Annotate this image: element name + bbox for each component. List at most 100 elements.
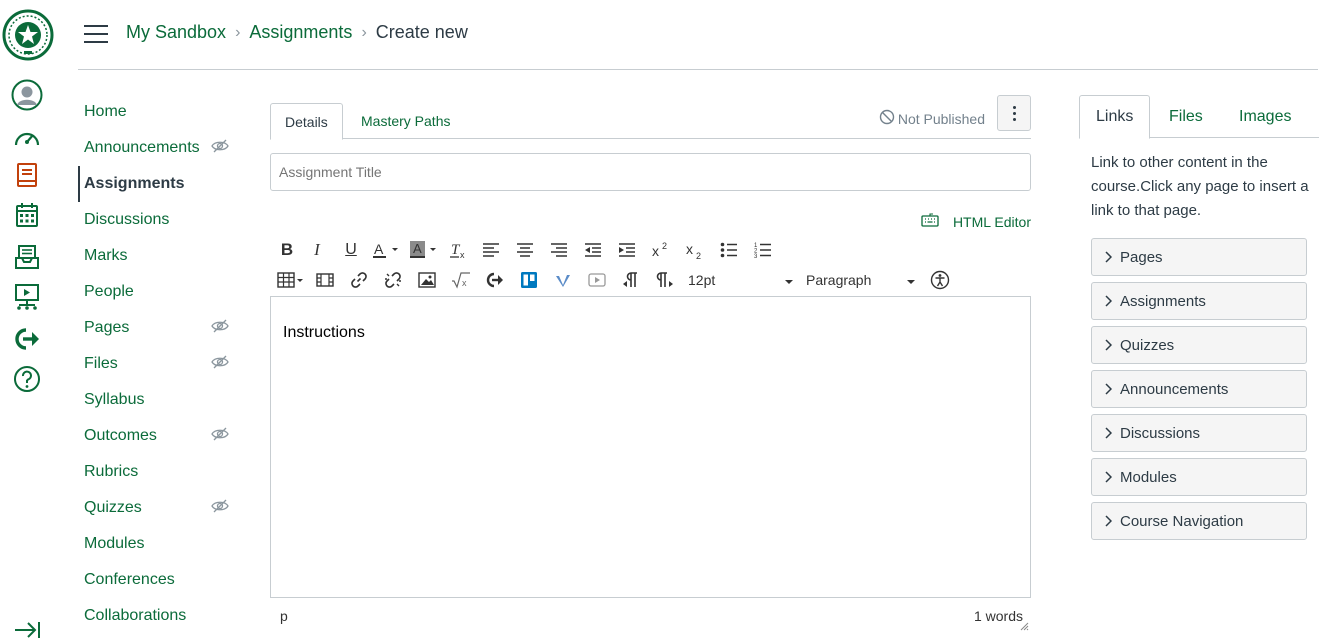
section-quizzes[interactable]: Quizzes	[1091, 326, 1307, 364]
help-icon[interactable]	[0, 361, 54, 397]
hamburger-menu-icon[interactable]	[84, 25, 108, 43]
unlink-icon[interactable]	[376, 266, 410, 294]
section-label: Assignments	[1120, 292, 1206, 310]
section-modules[interactable]: Modules	[1091, 458, 1307, 496]
table-icon[interactable]	[274, 266, 308, 294]
breadcrumb-current: Create new	[375, 22, 468, 42]
hidden-eye-icon	[211, 355, 229, 374]
collapse-nav-icon[interactable]	[0, 612, 54, 643]
resize-handle-icon[interactable]	[1019, 618, 1029, 634]
html-editor-toggle[interactable]: HTML Editor	[921, 213, 1031, 230]
course-nav-pages[interactable]: Pages	[78, 310, 248, 346]
university-logo[interactable]	[2, 8, 54, 62]
editor-toolbar-row-1: B I U A A Tx x2 x2 123	[274, 236, 780, 264]
breadcrumb-course-link[interactable]: My Sandbox	[126, 22, 226, 43]
underline-icon[interactable]: U	[334, 236, 368, 264]
tab-images[interactable]: Images	[1223, 95, 1307, 138]
course-nav-label: Outcomes	[84, 427, 157, 444]
align-right-icon[interactable]	[542, 236, 576, 264]
background-color-icon[interactable]: A	[406, 236, 444, 264]
studio-icon[interactable]	[0, 279, 54, 315]
outdent-icon[interactable]	[576, 236, 610, 264]
breadcrumb-separator: ›	[361, 23, 367, 41]
font-size-select[interactable]: 12pt	[682, 266, 800, 294]
course-nav-modules[interactable]: Modules	[78, 526, 248, 562]
section-pages[interactable]: Pages	[1091, 238, 1307, 276]
bullet-list-icon[interactable]	[712, 236, 746, 264]
media-icon[interactable]	[308, 266, 342, 294]
trello-icon[interactable]	[512, 266, 546, 294]
bold-icon[interactable]: B	[274, 236, 300, 264]
svg-text:x: x	[462, 278, 467, 288]
clear-formatting-icon[interactable]: Tx	[444, 236, 474, 264]
course-nav-files[interactable]: Files	[78, 346, 248, 382]
subscript-icon[interactable]: x2	[678, 236, 712, 264]
element-path[interactable]: p	[280, 608, 288, 624]
block-format-select[interactable]: Paragraph	[800, 266, 922, 294]
chevron-right-icon	[1104, 383, 1112, 395]
account-avatar-icon[interactable]	[0, 77, 54, 113]
course-nav-marks[interactable]: Marks	[78, 238, 248, 274]
section-discussions[interactable]: Discussions	[1091, 414, 1307, 452]
course-nav-home[interactable]: Home	[78, 94, 248, 130]
link-icon[interactable]	[342, 266, 376, 294]
vimeo-icon[interactable]	[546, 266, 580, 294]
image-icon[interactable]	[410, 266, 444, 294]
course-nav-label: People	[84, 283, 134, 300]
italic-icon[interactable]: I	[300, 236, 334, 264]
course-nav-outcomes[interactable]: Outcomes	[78, 418, 248, 454]
svg-text:x: x	[460, 250, 465, 260]
editor-text: Instructions	[283, 324, 365, 341]
course-nav-people[interactable]: People	[78, 274, 248, 310]
ltr-paragraph-icon[interactable]	[614, 266, 648, 294]
tab-files[interactable]: Files	[1153, 95, 1219, 138]
course-nav-label: Assignments	[84, 175, 185, 192]
section-label: Discussions	[1120, 424, 1201, 442]
align-center-icon[interactable]	[508, 236, 542, 264]
section-assignments[interactable]: Assignments	[1091, 282, 1307, 320]
align-left-icon[interactable]	[474, 236, 508, 264]
accessibility-checker-icon[interactable]	[922, 266, 958, 294]
calendar-icon[interactable]	[0, 197, 54, 233]
svg-text:2: 2	[696, 251, 701, 259]
course-nav-label: Files	[84, 355, 118, 372]
course-nav-announcements[interactable]: Announcements	[78, 130, 248, 166]
tab-details[interactable]: Details	[270, 103, 343, 140]
course-nav-label: Modules	[84, 535, 145, 552]
commons-share-icon[interactable]	[0, 321, 54, 357]
course-nav-syllabus[interactable]: Syllabus	[78, 382, 248, 418]
numbered-list-icon[interactable]: 123	[746, 236, 780, 264]
course-nav-discussions[interactable]: Discussions	[78, 202, 248, 238]
section-announcements[interactable]: Announcements	[1091, 370, 1307, 408]
breadcrumb-assignments-link[interactable]: Assignments	[249, 22, 352, 43]
assignment-title-input[interactable]	[270, 153, 1031, 191]
dashboard-gauge-icon[interactable]	[0, 119, 54, 155]
rich-content-editor[interactable]: Instructions	[270, 296, 1031, 598]
course-nav-conferences[interactable]: Conferences	[78, 562, 248, 598]
section-label: Course Navigation	[1120, 512, 1244, 530]
course-nav-quizzes[interactable]: Quizzes	[78, 490, 248, 526]
indent-icon[interactable]	[610, 236, 644, 264]
chevron-right-icon	[1104, 295, 1112, 307]
section-label: Modules	[1120, 468, 1177, 486]
superscript-icon[interactable]: x2	[644, 236, 678, 264]
course-nav-collaborations[interactable]: Collaborations	[78, 598, 248, 634]
commons-embed-icon[interactable]	[478, 266, 512, 294]
caret-down-icon	[906, 272, 916, 288]
course-nav-label: Announcements	[84, 139, 200, 156]
text-color-icon[interactable]: A	[368, 236, 406, 264]
inbox-icon[interactable]	[0, 239, 54, 275]
more-options-button[interactable]	[997, 95, 1031, 131]
courses-book-icon[interactable]	[0, 157, 54, 193]
svg-text:3: 3	[754, 254, 758, 259]
video-embed-icon[interactable]	[580, 266, 614, 294]
equation-icon[interactable]: x	[444, 266, 478, 294]
publish-status: Not Published	[879, 109, 985, 128]
hidden-eye-icon	[211, 139, 229, 158]
course-nav-assignments[interactable]: Assignments	[78, 166, 248, 202]
tab-links[interactable]: Links	[1079, 95, 1151, 139]
course-nav-rubrics[interactable]: Rubrics	[78, 454, 248, 490]
tab-mastery-paths[interactable]: Mastery Paths	[347, 103, 464, 139]
rtl-paragraph-icon[interactable]	[648, 266, 682, 294]
section-course-navigation[interactable]: Course Navigation	[1091, 502, 1307, 540]
